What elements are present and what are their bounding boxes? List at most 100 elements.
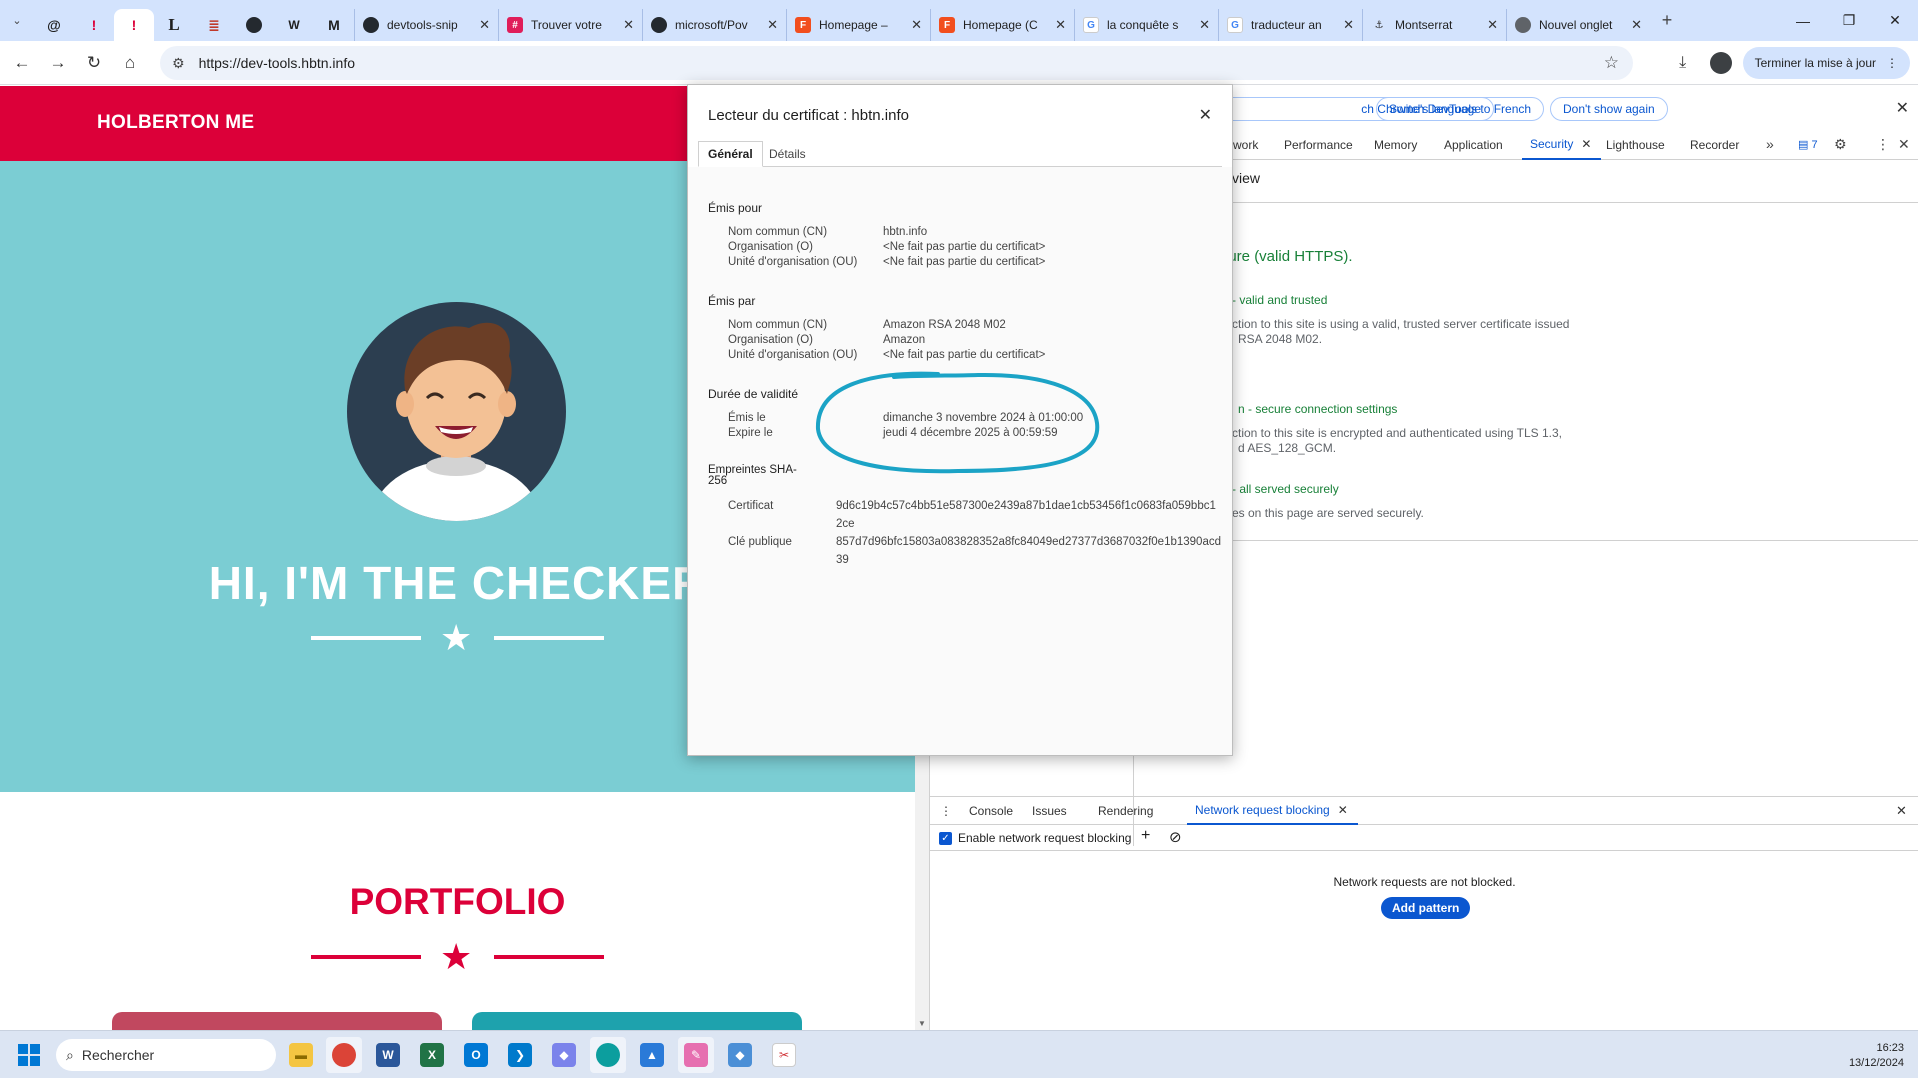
tab-traducteur[interactable]: G traducteur an ✕ [1218,9,1362,41]
issues-counter[interactable]: ▤ 7 [1798,138,1818,151]
teams-icon[interactable]: ◆ [722,1037,758,1073]
field-label: Unité d'organisation (OU) [728,349,858,361]
drawer-tab-network-request-blocking[interactable]: Network request blocking ✕ [1187,797,1358,825]
forward-button[interactable]: → [40,45,76,81]
portfolio-card[interactable] [112,1012,442,1030]
update-button[interactable]: Terminer la mise à jour ⋮ [1742,47,1910,79]
paint-icon[interactable]: ✎ [678,1037,714,1073]
pinned-tab[interactable]: @ [34,9,74,41]
close-window-icon[interactable]: ✕ [1872,0,1918,41]
connection-heading: n - secure connection settings [1238,402,1398,416]
site-brand[interactable]: HOLBERTON ME [97,112,254,134]
close-tab-icon[interactable]: ✕ [1581,137,1591,151]
word-icon[interactable]: W [370,1037,406,1073]
close-tab-icon[interactable]: ✕ [767,17,778,33]
tab-general[interactable]: Général [698,141,763,167]
windows-start-button[interactable] [18,1044,40,1066]
vscode-icon[interactable]: ❯ [502,1037,538,1073]
edge-icon[interactable] [590,1037,626,1073]
pinned-tab[interactable]: ≣ [194,9,234,41]
dont-show-again-button[interactable]: Don't show again [1550,97,1668,121]
bookmark-star-icon[interactable]: ☆ [1604,53,1619,73]
add-pattern-icon[interactable]: + [1141,827,1150,845]
pinned-tab[interactable]: W [274,9,314,41]
tab-network[interactable]: work [1233,130,1258,160]
reload-button[interactable]: ↻ [76,45,112,81]
taskbar-search[interactable]: ⌕ Rechercher [56,1039,276,1071]
dialog-title: Lecteur du certificat : hbtn.info [708,107,909,124]
tab-nouvel-onglet[interactable]: Nouvel onglet ✕ [1506,9,1650,41]
minimize-icon[interactable]: — [1780,0,1826,41]
settings-gear-icon[interactable]: ⚙ [1834,136,1847,153]
close-tab-icon[interactable]: ✕ [1055,17,1066,33]
close-dialog-icon[interactable]: ✕ [1199,105,1212,125]
tab-la-conquete[interactable]: G la conquête s ✕ [1074,9,1218,41]
kebab-menu-icon[interactable]: ⋮ [1876,136,1890,153]
photos-icon[interactable]: ▲ [634,1037,670,1073]
pinned-tab[interactable]: ! [74,9,114,41]
pinned-tab-github[interactable] [234,9,274,41]
chrome-icon[interactable] [326,1037,362,1073]
site-info-icon[interactable]: ⚙ [172,55,185,72]
tab-lighthouse[interactable]: Lighthouse [1606,130,1665,160]
pinned-tab[interactable]: M [314,9,354,41]
tab-search-dropdown[interactable]: ⌄ [0,0,34,41]
drawer-menu-icon[interactable]: ⋮ [940,797,952,825]
tab-homepage-2[interactable]: F Homepage (C ✕ [930,9,1074,41]
drawer-tabs: ⋮ Console Issues Rendering Network reque… [930,797,1918,825]
clear-patterns-icon[interactable]: ⊘ [1169,828,1182,846]
tab-trouver-votre[interactable]: # Trouver votre ✕ [498,9,642,41]
tab-details[interactable]: Détails [760,141,815,167]
outlook-icon[interactable]: O [458,1037,494,1073]
close-drawer-icon[interactable]: ✕ [1896,797,1907,825]
tab-performance[interactable]: Performance [1284,130,1353,160]
enable-blocking-checkbox[interactable]: ✓ [939,832,952,845]
tab-memory[interactable]: Memory [1374,130,1417,160]
close-tab-icon[interactable]: ✕ [1343,17,1354,33]
more-tabs-icon[interactable]: » [1766,136,1774,152]
tab-application[interactable]: Application [1444,130,1503,160]
close-tab-icon[interactable]: ✕ [1631,17,1642,33]
portfolio-card[interactable] [472,1012,802,1030]
switch-french-button[interactable]: Switch DevTools to French [1376,97,1545,121]
system-clock[interactable]: 16:23 13/12/2024 [1849,1041,1904,1071]
close-devtools-icon[interactable]: ✕ [1898,136,1910,153]
pinned-tab[interactable]: L [154,9,194,41]
copilot-icon[interactable]: ◆ [546,1037,582,1073]
file-explorer-icon[interactable]: ▬ [283,1037,319,1073]
snipping-tool-icon[interactable]: ✂ [766,1037,802,1073]
address-bar[interactable]: ⚙ https://dev-tools.hbtn.info ☆ [160,46,1633,80]
pinned-tab-active[interactable]: ! [114,9,154,41]
back-button[interactable]: ← [4,45,40,81]
drawer-tab-console[interactable]: Console [969,797,1013,825]
home-button[interactable]: ⌂ [112,45,148,81]
profile-avatar[interactable] [1705,47,1737,79]
tab-security[interactable]: Security ✕ [1522,130,1602,160]
close-tab-icon[interactable]: ✕ [479,17,490,33]
download-icon[interactable]: ⤓ [1667,47,1699,79]
tab-title: Montserrat [1395,18,1453,32]
tab-microsoft-pov[interactable]: microsoft/Pov ✕ [642,9,786,41]
tab-devtools-snip[interactable]: devtools-snip ✕ [354,9,498,41]
close-tab-icon[interactable]: ✕ [623,17,634,33]
tab-homepage-1[interactable]: F Homepage – ✕ [786,9,930,41]
scroll-down-icon[interactable]: ▼ [918,1019,926,1028]
close-infobar-icon[interactable]: ✕ [1896,98,1909,118]
certificate-fingerprint: 9d6c19b4c57c4bb51e587300e2439a87b1dae1cb… [836,500,1216,530]
close-tab-icon[interactable]: ✕ [1487,17,1498,33]
windows-taskbar: ⌕ Rechercher ▬ W X O ❯ ◆ ▲ ✎ ◆ ✂ 16:23 1… [0,1030,1918,1078]
github-icon [246,17,262,33]
drawer-tab-issues[interactable]: Issues [1032,797,1067,825]
restore-icon[interactable]: ❐ [1826,0,1872,41]
tab-recorder[interactable]: Recorder [1690,130,1739,160]
add-pattern-button[interactable]: Add pattern [1381,897,1471,919]
new-tab-button[interactable]: + [1650,0,1684,41]
close-tab-icon[interactable]: ✕ [1338,803,1348,817]
excel-icon[interactable]: X [414,1037,450,1073]
certificate-heading: - valid and trusted [1232,293,1328,307]
close-tab-icon[interactable]: ✕ [1199,17,1210,33]
tab-montserrat[interactable]: ⚓ Montserrat ✕ [1362,9,1506,41]
close-tab-icon[interactable]: ✕ [911,17,922,33]
anchor-icon: ⚓ [1374,19,1384,31]
drawer-tab-rendering[interactable]: Rendering [1098,797,1153,825]
